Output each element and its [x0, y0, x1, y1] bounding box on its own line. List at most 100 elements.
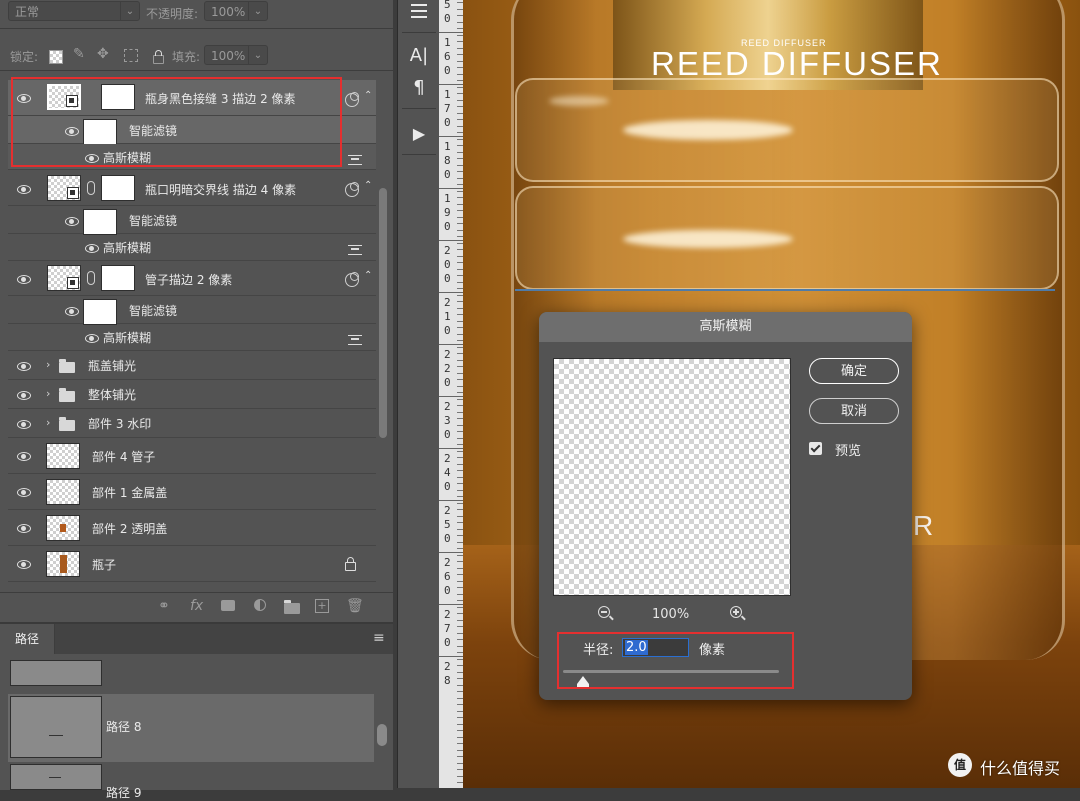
layer-thumbnail: [46, 479, 80, 505]
effect-row[interactable]: 高斯模糊: [8, 234, 376, 261]
path-item[interactable]: 路径 9: [8, 764, 374, 800]
lock-all-icon[interactable]: [153, 50, 164, 64]
path-item[interactable]: 路径 8: [8, 694, 374, 762]
folder-icon[interactable]: [284, 600, 300, 614]
fx-icon[interactable]: fx: [190, 598, 203, 614]
visibility-eye-icon[interactable]: [84, 243, 100, 253]
layer-thumbnail: [46, 443, 80, 469]
effect-row[interactable]: 高斯模糊: [8, 324, 376, 351]
collapse-caret-icon[interactable]: ⌃: [364, 90, 372, 101]
collapse-caret-icon[interactable]: ⌃: [364, 180, 372, 191]
collapse-caret-icon[interactable]: ⌃: [364, 270, 372, 281]
chevron-down-icon: ⌄: [248, 2, 267, 20]
blur-preview[interactable]: [553, 358, 791, 596]
paths-tab-bar: [0, 624, 393, 654]
chevron-right-icon[interactable]: ›: [46, 416, 50, 429]
panel-menu-icon[interactable]: ≡: [373, 630, 385, 646]
fill-field[interactable]: 100% ⌄: [204, 45, 268, 65]
layer-row[interactable]: 瓶子: [8, 546, 376, 582]
layer-row[interactable]: 部件 2 透明盖: [8, 510, 376, 546]
smart-filter-row[interactable]: 智能滤镜: [8, 296, 376, 325]
thumbnail-content: [60, 555, 67, 573]
smart-filter-label: 智能滤镜: [129, 214, 178, 228]
visibility-eye-icon[interactable]: [16, 487, 32, 497]
glass-reflection: [623, 120, 793, 140]
layer-group-row[interactable]: › 部件 3 水印: [8, 409, 376, 438]
link-icon[interactable]: [87, 181, 95, 195]
zoom-in-icon[interactable]: [730, 606, 746, 622]
opacity-field[interactable]: 100% ⌄: [204, 1, 268, 21]
visibility-eye-icon[interactable]: [16, 361, 32, 371]
ruler-digit: 0: [444, 324, 451, 337]
sliders-icon[interactable]: [403, 0, 435, 24]
visibility-eye-icon[interactable]: [16, 523, 32, 533]
effect-label: 高斯模糊: [103, 241, 152, 255]
tab-paths[interactable]: 路径: [0, 624, 55, 654]
new-layer-icon[interactable]: +: [315, 599, 329, 613]
ruler-digit: 2: [444, 362, 451, 375]
filter-options-icon[interactable]: [348, 245, 362, 255]
separator: [402, 32, 436, 33]
layer-group-row[interactable]: › 瓶盖铺光: [8, 351, 376, 380]
group-name: 部件 3 水印: [88, 417, 152, 431]
filter-options-icon[interactable]: [348, 155, 362, 165]
cancel-button[interactable]: 取消: [809, 398, 899, 424]
blend-mode-select[interactable]: 正常 ⌄: [8, 1, 140, 21]
type-options-icon[interactable]: A|: [403, 40, 435, 72]
visibility-eye-icon[interactable]: [64, 306, 80, 316]
visibility-eye-icon[interactable]: [16, 451, 32, 461]
gaussian-blur-dialog: 高斯模糊 确定 取消 预览 100% 半径: 2.0 像素: [539, 312, 912, 700]
ruler-digit: 2: [444, 608, 451, 621]
visibility-eye-icon[interactable]: [16, 419, 32, 429]
folder-icon: [59, 359, 75, 373]
glass-reflection: [549, 96, 609, 106]
layer-row[interactable]: 瓶口明暗交界线 描边 4 像素 ⌃: [8, 171, 376, 206]
chevron-right-icon[interactable]: ›: [46, 387, 50, 400]
lock-transparency-icon[interactable]: [49, 50, 63, 64]
link-icon[interactable]: [87, 271, 95, 285]
visibility-eye-icon[interactable]: [16, 559, 32, 569]
play-icon[interactable]: ▶: [403, 118, 435, 150]
link-icon[interactable]: ⚭: [158, 598, 170, 614]
zoom-out-icon[interactable]: [598, 606, 614, 622]
layer-row[interactable]: 管子描边 2 像素 ⌃: [8, 261, 376, 296]
preview-checkbox[interactable]: [809, 442, 822, 455]
mask-icon[interactable]: [221, 600, 235, 611]
layer-group-row[interactable]: › 整体铺光: [8, 380, 376, 409]
visibility-eye-icon[interactable]: [16, 274, 32, 284]
ruler-tick: [439, 344, 463, 345]
lock-bar: 锁定: ✎ ✥ 填充: 100% ⌄: [0, 42, 393, 71]
visibility-eye-icon[interactable]: [64, 216, 80, 226]
chevron-right-icon[interactable]: ›: [46, 358, 50, 371]
smart-filter-row[interactable]: 智能滤镜: [8, 206, 376, 235]
ruler-tick: [439, 656, 463, 657]
visibility-eye-icon[interactable]: [84, 333, 100, 343]
adjustment-icon[interactable]: [254, 599, 266, 611]
filter-options-icon[interactable]: [348, 335, 362, 345]
layer-row[interactable]: 部件 4 管子: [8, 438, 376, 474]
ruler-tick: [439, 604, 463, 605]
path-shape: [49, 777, 61, 778]
chevron-down-icon: ⌄: [248, 46, 267, 64]
layer-row[interactable]: 部件 1 金属盖: [8, 474, 376, 510]
label-partial-text: R: [913, 510, 934, 541]
layers-panel: 正常 ⌄ 不透明度: 100% ⌄ 锁定: ✎ ✥ 填充: 100% ⌄ 瓶身黑…: [0, 0, 393, 622]
watermark-logo-icon: [948, 753, 972, 777]
path-name: 路径 9: [106, 786, 142, 800]
paths-scrollbar[interactable]: [377, 724, 387, 746]
ruler-digit: 1: [444, 192, 451, 205]
path-item[interactable]: [8, 660, 374, 690]
dialog-title: 高斯模糊: [539, 312, 912, 342]
lock-artboard-icon[interactable]: [124, 49, 138, 62]
ruler-tick: [439, 552, 463, 553]
ruler-tick: [439, 292, 463, 293]
visibility-eye-icon[interactable]: [16, 390, 32, 400]
ok-button[interactable]: 确定: [809, 358, 899, 384]
trash-icon[interactable]: 🗑: [346, 598, 364, 614]
ruler-digit: 0: [444, 116, 451, 129]
layers-scrollbar[interactable]: [379, 188, 387, 438]
lock-position-icon[interactable]: ✥: [97, 46, 109, 62]
paragraph-icon[interactable]: ¶: [403, 72, 435, 104]
visibility-eye-icon[interactable]: [16, 184, 32, 194]
lock-paint-icon[interactable]: ✎: [73, 46, 85, 62]
